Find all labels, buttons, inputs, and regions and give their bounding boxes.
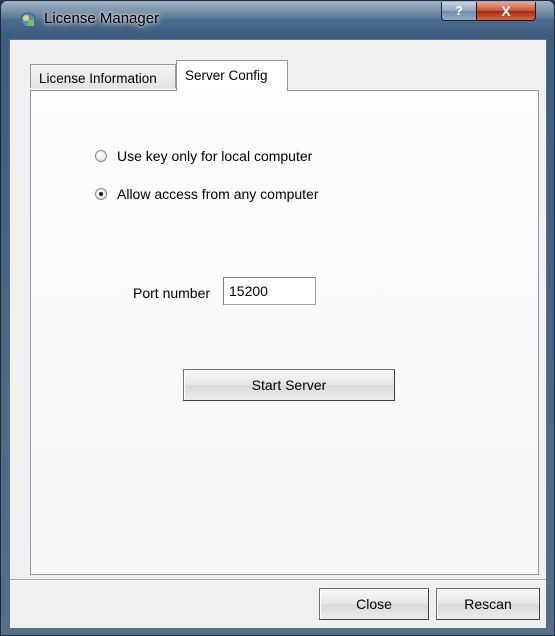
radio-any-computer[interactable]: Allow access from any computer xyxy=(95,185,319,203)
tab-license-information[interactable]: License Information xyxy=(30,64,176,88)
app-icon xyxy=(20,12,36,28)
window-title: License Manager xyxy=(44,10,160,27)
tab-label: License Information xyxy=(39,71,157,86)
footer-separator xyxy=(10,579,546,581)
radio-local-only[interactable]: Use key only for local computer xyxy=(95,147,312,165)
help-button[interactable]: ? xyxy=(441,2,477,21)
start-server-button[interactable]: Start Server xyxy=(183,369,395,401)
dialog-client-area: License Information Server Config Use ke… xyxy=(9,39,547,629)
radio-local-label: Use key only for local computer xyxy=(117,148,313,164)
tab-server-config[interactable]: Server Config xyxy=(176,60,288,91)
title-bar[interactable]: License Manager ? X xyxy=(1,1,554,37)
port-number-label: Port number xyxy=(133,285,211,301)
server-config-panel: Use key only for local computer Allow ac… xyxy=(30,90,539,575)
rescan-button[interactable]: Rescan xyxy=(436,588,540,620)
port-number-input[interactable] xyxy=(223,277,316,305)
tab-label: Server Config xyxy=(185,68,268,83)
help-icon: ? xyxy=(455,3,463,18)
radio-any-label: Allow access from any computer xyxy=(117,186,319,202)
radio-button-checked[interactable] xyxy=(95,188,107,200)
radio-button-unchecked[interactable] xyxy=(95,150,107,162)
close-button[interactable]: Close xyxy=(319,588,429,620)
close-window-button[interactable]: X xyxy=(476,2,536,21)
close-icon: X xyxy=(501,3,511,19)
license-manager-window: License Manager ? X License Information … xyxy=(0,0,555,636)
